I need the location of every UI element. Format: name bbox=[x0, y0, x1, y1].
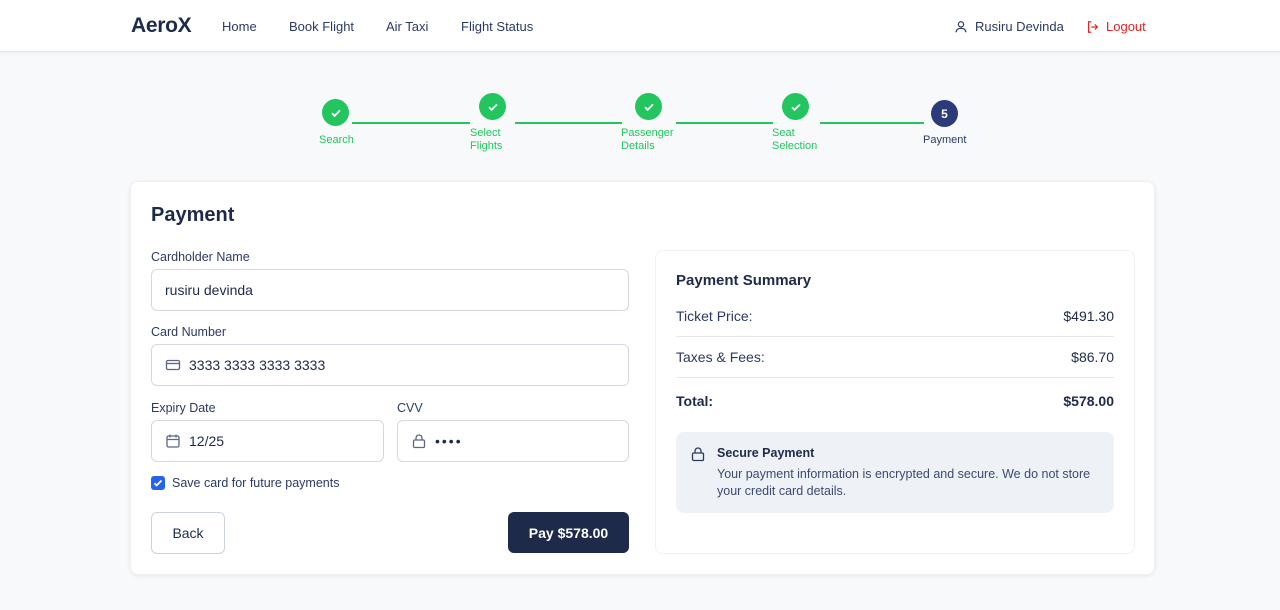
cvv-label: CVV bbox=[397, 401, 423, 415]
user-profile[interactable]: Rusiru Devinda bbox=[954, 19, 1064, 34]
credit-card-icon bbox=[165, 357, 181, 373]
summary-divider bbox=[676, 336, 1114, 337]
step-payment-number: 5 bbox=[931, 100, 958, 127]
step-passenger-details-check-icon bbox=[635, 93, 662, 120]
save-card-option[interactable]: Save card for future payments bbox=[151, 476, 339, 490]
summary-title: Payment Summary bbox=[676, 272, 812, 289]
save-card-checkbox[interactable] bbox=[151, 476, 165, 490]
step-search-label: Search bbox=[319, 134, 354, 146]
ticket-price-value: $491.30 bbox=[1063, 308, 1114, 324]
card-number-input[interactable] bbox=[189, 357, 628, 373]
summary-divider bbox=[676, 377, 1114, 378]
cardholder-field[interactable] bbox=[151, 269, 629, 311]
step-payment-label: Payment bbox=[923, 134, 967, 146]
step-seat-selection-label: Seat Selection bbox=[772, 127, 818, 152]
expiry-label: Expiry Date bbox=[151, 401, 216, 415]
logout-button[interactable]: Logout bbox=[1086, 19, 1146, 34]
cvv-input[interactable]: •••• bbox=[435, 433, 463, 449]
page-title: Payment bbox=[151, 204, 235, 226]
step-passenger-details-label: Passenger Details bbox=[621, 127, 674, 152]
lock-icon bbox=[691, 447, 705, 462]
step-seat-selection-check-icon bbox=[782, 93, 809, 120]
secure-payment-title: Secure Payment bbox=[717, 446, 815, 460]
taxes-value: $86.70 bbox=[1071, 349, 1114, 365]
nav-home[interactable]: Home bbox=[222, 19, 257, 34]
calendar-icon bbox=[165, 433, 181, 449]
nav-book-flight[interactable]: Book Flight bbox=[289, 19, 354, 34]
nav-air-taxi[interactable]: Air Taxi bbox=[386, 19, 428, 34]
user-name: Rusiru Devinda bbox=[975, 19, 1064, 34]
card-number-field[interactable] bbox=[151, 344, 629, 386]
cardholder-input[interactable] bbox=[165, 282, 628, 298]
taxes-label: Taxes & Fees: bbox=[676, 349, 765, 365]
summary-row-total: Total: $578.00 bbox=[676, 393, 1114, 409]
nav-flight-status[interactable]: Flight Status bbox=[461, 19, 533, 34]
user-icon bbox=[955, 20, 967, 32]
step-connector bbox=[515, 122, 622, 124]
top-navbar: AeroX Home Book Flight Air Taxi Flight S… bbox=[0, 0, 1280, 52]
cvv-field[interactable]: •••• bbox=[397, 420, 629, 462]
logout-icon bbox=[1088, 20, 1099, 33]
total-label: Total: bbox=[676, 393, 714, 409]
expiry-input[interactable] bbox=[189, 433, 383, 449]
step-select-flights-check-icon bbox=[479, 93, 506, 120]
brand-logo[interactable]: AeroX bbox=[131, 14, 192, 38]
total-value: $578.00 bbox=[1063, 393, 1114, 409]
step-connector bbox=[676, 122, 773, 124]
step-search-check-icon bbox=[322, 99, 349, 126]
back-button[interactable]: Back bbox=[151, 512, 225, 554]
card-number-label: Card Number bbox=[151, 325, 227, 339]
step-select-flights-label: Select Flights bbox=[470, 127, 503, 152]
logout-label: Logout bbox=[1106, 19, 1146, 34]
step-connector bbox=[352, 122, 470, 124]
summary-row-taxes: Taxes & Fees: $86.70 bbox=[676, 349, 1114, 365]
expiry-field[interactable] bbox=[151, 420, 384, 462]
pay-button[interactable]: Pay $578.00 bbox=[508, 512, 629, 553]
lock-icon bbox=[411, 433, 427, 449]
secure-payment-text: Your payment information is encrypted an… bbox=[717, 467, 1091, 498]
step-connector bbox=[820, 122, 924, 124]
cardholder-label: Cardholder Name bbox=[151, 250, 250, 264]
summary-row-ticket: Ticket Price: $491.30 bbox=[676, 308, 1114, 324]
save-card-label: Save card for future payments bbox=[172, 476, 340, 490]
ticket-price-label: Ticket Price: bbox=[676, 308, 753, 324]
